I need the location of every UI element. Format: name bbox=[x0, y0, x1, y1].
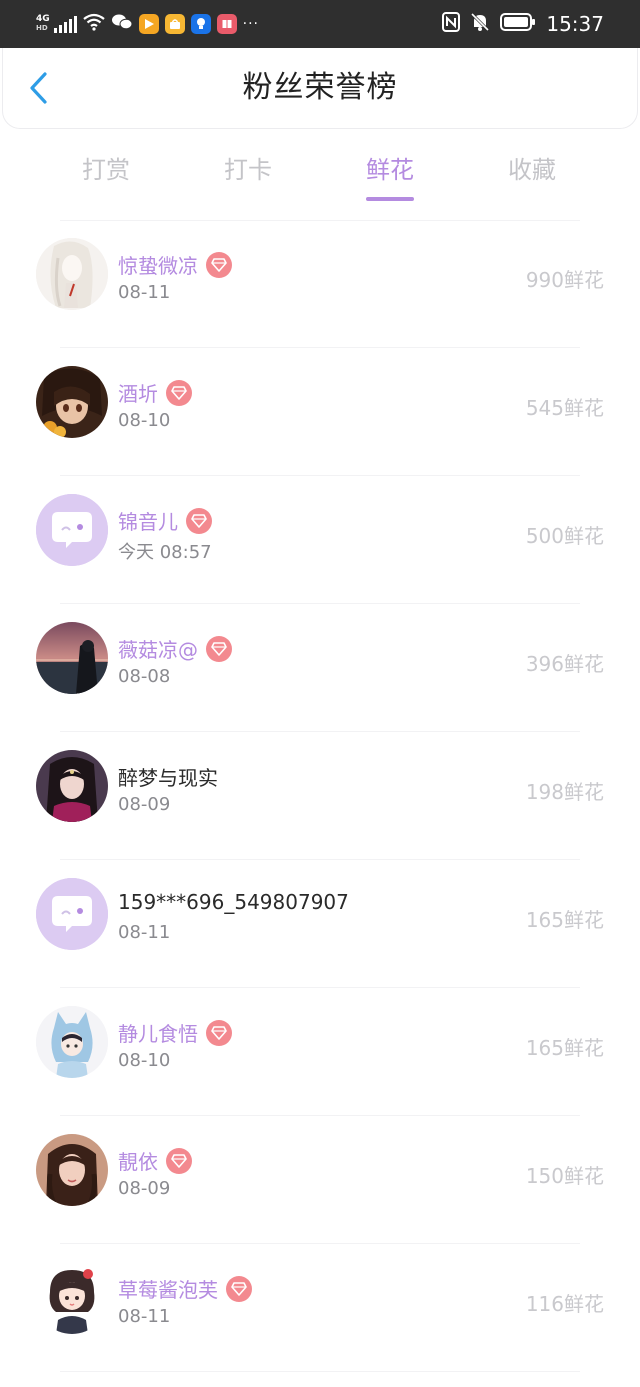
flower-count: 990鲜花 bbox=[525, 268, 604, 292]
vip-diamond-icon bbox=[206, 1019, 232, 1046]
fan-name: 醉梦与现实 bbox=[118, 766, 218, 790]
signal-icon: 4G HD bbox=[36, 15, 77, 33]
fan-date: 今天 08:57 bbox=[118, 542, 212, 563]
vip-diamond-icon bbox=[186, 507, 212, 534]
flower-count: 396鲜花 bbox=[525, 652, 604, 676]
cartoon-girl-avatar bbox=[36, 1262, 108, 1334]
more-notifications: ··· bbox=[242, 16, 260, 32]
fan-date: 08-11 bbox=[118, 1306, 171, 1327]
fan-name-line: 薇菇凉@ bbox=[118, 634, 232, 663]
fan-name-line: 酒圻 bbox=[118, 378, 192, 407]
tab-favorites[interactable]: 收藏 bbox=[482, 150, 582, 185]
list-item[interactable]: 醉梦与现实 08-09 198鲜花 bbox=[0, 732, 640, 859]
page-title: 粉丝荣誉榜 bbox=[242, 70, 398, 105]
flower-count: 150鲜花 bbox=[525, 1164, 604, 1188]
list-item[interactable]: 草莓酱泡芙 08-11 116鲜花 bbox=[0, 1244, 640, 1371]
vip-diamond-icon bbox=[226, 1275, 252, 1302]
tab-flowers[interactable]: 鲜花 bbox=[340, 150, 440, 201]
fan-date: 08-11 bbox=[118, 282, 171, 303]
flower-count: 545鲜花 bbox=[525, 396, 604, 420]
tab-label: 鲜花 bbox=[366, 156, 414, 184]
header: 粉丝荣誉榜 bbox=[2, 48, 638, 129]
divider bbox=[60, 1371, 580, 1372]
vip-diamond-icon bbox=[206, 251, 232, 278]
wechat-icon bbox=[111, 13, 133, 35]
cat-hood-avatar bbox=[36, 1006, 108, 1078]
flower-count: 198鲜花 bbox=[525, 780, 604, 804]
shop-app-icon bbox=[164, 14, 185, 34]
nfc-icon bbox=[442, 12, 461, 36]
fan-name: 薇菇凉@ bbox=[118, 638, 198, 662]
bell-off-icon bbox=[470, 12, 490, 36]
list-item[interactable]: 惊蛰微凉 08-11 990鲜花 bbox=[0, 220, 640, 347]
flower-count: 500鲜花 bbox=[525, 524, 604, 548]
default-chat-avatar bbox=[36, 878, 108, 950]
fan-date: 08-09 bbox=[118, 794, 171, 815]
fan-name-line: 草莓酱泡芙 bbox=[118, 1274, 252, 1303]
list-item[interactable]: 159***696_549807907 08-11 165鲜花 bbox=[0, 860, 640, 987]
tab-label: 收藏 bbox=[508, 156, 556, 184]
list-item[interactable]: 靚依 08-09 150鲜花 bbox=[0, 1116, 640, 1243]
default-chat-avatar bbox=[36, 494, 108, 566]
battery-icon bbox=[500, 13, 536, 35]
fan-name-line: 醉梦与现实 bbox=[118, 762, 218, 791]
tab-reward[interactable]: 打赏 bbox=[56, 150, 156, 185]
tab-bar: 打赏 打卡 鲜花 收藏 bbox=[0, 140, 640, 204]
bulb-app-icon bbox=[190, 14, 211, 34]
girl-photo-avatar bbox=[36, 1134, 108, 1206]
fan-name: 酒圻 bbox=[118, 382, 158, 406]
tab-label: 打赏 bbox=[82, 156, 130, 184]
vip-diamond-icon bbox=[166, 379, 192, 406]
network-sub-label: HD bbox=[36, 24, 48, 32]
fan-name: 静儿食悟 bbox=[118, 1022, 198, 1046]
list-item[interactable]: 静儿食悟 08-10 165鲜花 bbox=[0, 988, 640, 1115]
vip-diamond-icon bbox=[206, 635, 232, 662]
anime-boy-avatar bbox=[36, 366, 108, 438]
fan-name: 草莓酱泡芙 bbox=[118, 1278, 218, 1302]
list-item[interactable]: 锦音儿 今天 08:57 500鲜花 bbox=[0, 476, 640, 603]
fan-date: 08-08 bbox=[118, 666, 171, 687]
tab-checkin[interactable]: 打卡 bbox=[198, 150, 298, 185]
fan-name-line: 惊蛰微凉 bbox=[118, 250, 232, 279]
list-item[interactable]: 酒圻 08-10 545鲜花 bbox=[0, 348, 640, 475]
fan-date: 08-09 bbox=[118, 1178, 171, 1199]
fan-name-line: 锦音儿 bbox=[118, 506, 212, 535]
list-item[interactable]: 薇菇凉@ 08-08 396鲜花 bbox=[0, 604, 640, 731]
network-label: 4G bbox=[36, 14, 50, 24]
flower-count: 165鲜花 bbox=[525, 908, 604, 932]
fan-name-line: 静儿食悟 bbox=[118, 1018, 232, 1047]
vip-diamond-icon bbox=[166, 1147, 192, 1174]
flower-count: 165鲜花 bbox=[525, 1036, 604, 1060]
fan-name-line: 159***696_549807907 bbox=[118, 890, 349, 914]
fan-name-line: 靚依 bbox=[118, 1146, 192, 1175]
fan-name: 惊蛰微凉 bbox=[118, 254, 198, 278]
sunset-avatar bbox=[36, 622, 108, 694]
anime-girl-avatar bbox=[36, 238, 108, 310]
fan-name: 靚依 bbox=[118, 1150, 158, 1174]
wifi-icon bbox=[82, 13, 105, 35]
costume-girl-avatar bbox=[36, 750, 108, 822]
fan-date: 08-10 bbox=[118, 410, 171, 431]
tab-label: 打卡 bbox=[224, 156, 272, 184]
flower-count: 116鲜花 bbox=[525, 1292, 604, 1316]
fan-date: 08-10 bbox=[118, 1050, 171, 1071]
tab-active-indicator bbox=[366, 197, 414, 201]
video-app-icon bbox=[138, 14, 159, 34]
fan-name: 锦音儿 bbox=[118, 510, 178, 534]
clock: 15:37 bbox=[546, 12, 604, 36]
book-app-icon bbox=[216, 14, 237, 34]
fan-date: 08-11 bbox=[118, 922, 171, 943]
fan-name: 159***696_549807907 bbox=[118, 890, 349, 914]
